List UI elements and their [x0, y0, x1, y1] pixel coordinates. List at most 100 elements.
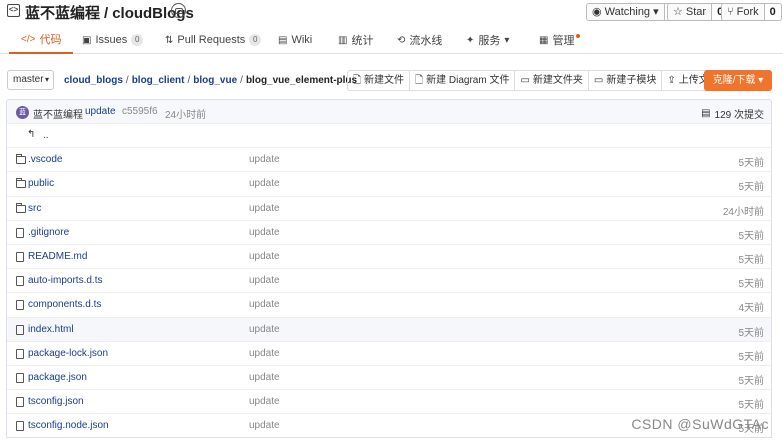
breadcrumb-item[interactable]: blog_vue	[193, 75, 237, 86]
file-name-link[interactable]: tsconfig.node.json	[28, 420, 109, 431]
fork-count[interactable]: 0	[763, 4, 781, 20]
tab-service[interactable]: ✦ 服务 ▾	[466, 26, 509, 54]
star-label: Star	[685, 6, 707, 18]
commit-author[interactable]: 蓝不蓝编程	[33, 106, 83, 121]
new-diagram-label: 新建 Diagram 文件	[426, 75, 510, 86]
tab-stats-label: 统计	[351, 35, 374, 47]
file-row[interactable]: index.html update 5天前	[7, 316, 771, 341]
tab-manage[interactable]: ▦ 管理	[539, 26, 581, 54]
file-commit-message[interactable]: update	[249, 396, 280, 407]
file-commit-message[interactable]: update	[249, 299, 280, 310]
pull-request-icon: ⇅	[165, 34, 174, 46]
file-commit-message[interactable]: update	[249, 227, 280, 238]
file-row[interactable]: public update 5天前	[7, 171, 771, 195]
file-commit-message[interactable]: update	[249, 372, 280, 383]
star-icon: ☆	[673, 6, 683, 18]
fork-button[interactable]: ⑂ Fork 0	[721, 3, 782, 21]
repo-title: 蓝不蓝编程 / cloudBlogs	[25, 2, 194, 23]
repo-header: <> 蓝不蓝编程/cloudBlogs ◉Watching▾ 1 ☆Star 0…	[0, 0, 783, 24]
tab-code-label: 代码	[39, 34, 62, 46]
parent-directory-row[interactable]: ↰ ..	[7, 123, 771, 147]
file-row[interactable]: src update 24小时前	[7, 195, 771, 220]
tab-code[interactable]: </> 代码	[9, 26, 74, 54]
new-submodule-button[interactable]: ▭ 新建子模块	[587, 71, 661, 90]
file-icon	[16, 421, 24, 432]
commit-message[interactable]: update	[85, 106, 116, 117]
file-row[interactable]: tsconfig.json update 5天前	[7, 389, 771, 413]
file-row[interactable]: auto-imports.d.ts update 5天前	[7, 268, 771, 292]
tab-pipeline[interactable]: ⟲ 流水线	[397, 26, 442, 54]
file-row[interactable]: components.d.ts update 4天前	[7, 292, 771, 316]
file-name-link[interactable]: .gitignore	[28, 227, 69, 238]
file-name-link[interactable]: public	[28, 178, 54, 189]
folder-icon: ▭	[520, 75, 530, 86]
breadcrumb-item[interactable]: blog_client	[132, 75, 185, 86]
watermark: CSDN @SuWdGTAc	[631, 416, 769, 432]
file-name-link[interactable]: package.json	[28, 372, 87, 383]
stats-icon: ▥	[338, 34, 348, 46]
file-icon	[16, 251, 24, 262]
file-row[interactable]: .gitignore update 5天前	[7, 219, 771, 244]
file-icon	[16, 397, 24, 408]
repo-owner-link[interactable]: 蓝不蓝编程	[25, 5, 100, 22]
tab-wiki[interactable]: ▤ Wiki	[278, 26, 312, 54]
file-commit-message[interactable]: update	[249, 324, 280, 335]
file-commit-time: 5天前	[738, 182, 764, 194]
new-folder-button[interactable]: ▭ 新建文件夹	[514, 71, 587, 90]
tab-issues[interactable]: ▣ Issues 0	[82, 26, 144, 54]
file-name-link[interactable]: tsconfig.json	[28, 396, 84, 407]
file-commit-message[interactable]: update	[249, 348, 280, 359]
wiki-icon: ▤	[278, 34, 288, 46]
breadcrumb-separator: /	[125, 75, 129, 86]
parent-directory-link[interactable]: ..	[43, 130, 49, 141]
commit-count[interactable]: ▤ 129 次提交	[701, 106, 764, 121]
eye-icon: ◉	[592, 6, 602, 18]
new-file-button[interactable]: 🗋 新建文件	[348, 71, 409, 90]
file-row[interactable]: .vscode update 5天前	[7, 147, 771, 171]
clone-label: 克隆/下载	[712, 75, 756, 86]
tab-issues-label: Issues	[95, 34, 128, 46]
file-name-link[interactable]: auto-imports.d.ts	[28, 275, 102, 286]
new-folder-label: 新建文件夹	[532, 75, 583, 86]
chevron-down-icon: ▾	[653, 6, 659, 18]
file-commit-time: 24小时前	[722, 206, 764, 218]
file-commit-message[interactable]: update	[249, 420, 280, 431]
star-button[interactable]: ☆ Star 0	[667, 3, 730, 21]
file-commit-message[interactable]: update	[249, 251, 280, 262]
file-row[interactable]: README.md update 5天前	[7, 243, 771, 268]
breadcrumb-separator: /	[240, 75, 243, 86]
avatar[interactable]: 蓝	[16, 106, 29, 119]
tab-stats[interactable]: ▥ 统计	[338, 26, 373, 54]
commit-hash[interactable]: c5595f6	[122, 106, 158, 117]
file-commit-message[interactable]: update	[249, 203, 280, 214]
branch-selector[interactable]: master	[7, 70, 54, 90]
file-name-link[interactable]: package-lock.json	[28, 348, 108, 359]
tab-pull-requests[interactable]: ⇅ Pull Requests 0	[165, 26, 262, 54]
file-commit-time: 5天前	[738, 375, 764, 387]
issues-icon: ▣	[82, 34, 92, 46]
file-row[interactable]: package.json update 5天前	[7, 364, 771, 389]
file-name-link[interactable]: README.md	[28, 251, 87, 262]
tab-service-label: 服务	[478, 35, 501, 47]
file-commit-message[interactable]: update	[249, 275, 280, 286]
submodule-icon: ▭	[593, 75, 604, 86]
file-name-link[interactable]: .vscode	[28, 154, 62, 165]
file-commit-message[interactable]: update	[249, 178, 280, 189]
file-commit-message[interactable]: update	[249, 154, 280, 165]
file-name-link[interactable]: components.d.ts	[28, 299, 101, 310]
file-list: ↰ .. .vscode update 5天前 public update 5天前 src u…	[6, 123, 772, 439]
clone-download-button[interactable]: 克隆/下载 ▾	[704, 70, 772, 91]
file-icon	[16, 300, 24, 311]
file-name-link[interactable]: index.html	[28, 324, 74, 335]
new-file-icon: 🗋	[353, 75, 362, 86]
breadcrumb-item[interactable]: cloud_blogs	[64, 75, 123, 86]
new-diagram-button[interactable]: 🗋 新建 Diagram 文件	[409, 71, 514, 90]
new-submodule-label: 新建子模块	[606, 75, 657, 86]
file-name-link[interactable]: src	[28, 203, 41, 214]
file-row[interactable]: package-lock.json update 5天前	[7, 340, 771, 365]
commit-time: 24小时前	[165, 110, 207, 121]
history-icon: ▤	[701, 108, 711, 119]
file-icon	[16, 227, 24, 238]
file-commit-time: 4天前	[738, 303, 764, 315]
robot-icon[interactable]	[171, 3, 186, 18]
